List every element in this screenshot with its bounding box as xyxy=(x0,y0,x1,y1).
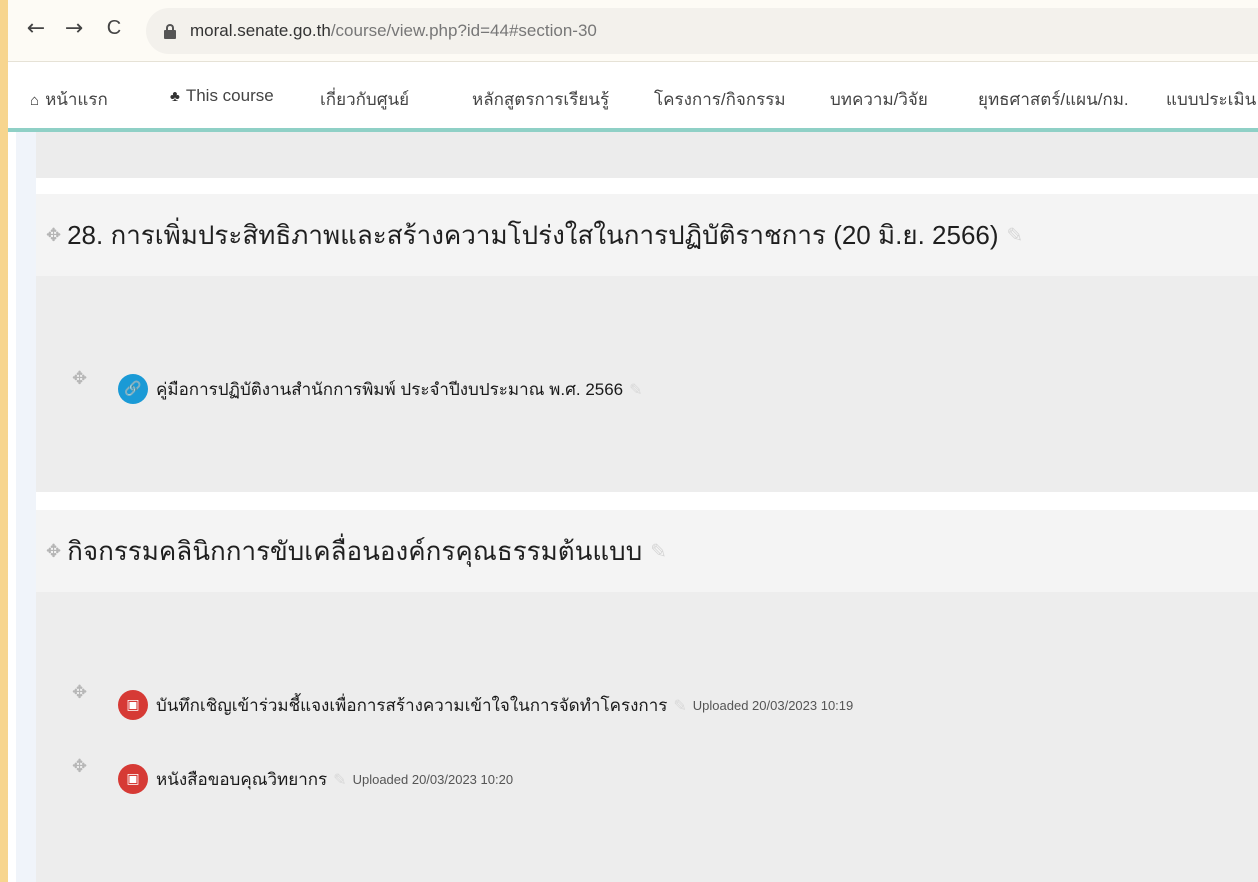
edit-icon[interactable]: ✎ xyxy=(1007,223,1024,247)
lock-icon xyxy=(164,23,176,39)
link-icon: 🔗 xyxy=(118,374,148,404)
nav-item-articles[interactable]: บทความ/วิจัย xyxy=(830,86,928,113)
course-content: ✥ 28. การเพิ่มประสิทธิภาพและสร้างความโปร… xyxy=(36,132,1258,882)
section-header: ✥ กิจกรรมคลินิกการขับเคลื่อนองค์กรคุณธรร… xyxy=(36,510,1258,592)
address-bar[interactable]: moral.senate.go.th/course/view.php?id=44… xyxy=(146,8,1258,54)
left-rail xyxy=(16,132,36,882)
activity-link[interactable]: คู่มือการปฏิบัติงานสำนักการพิมพ์ ประจำปี… xyxy=(156,376,623,403)
move-icon[interactable]: ✥ xyxy=(72,756,87,777)
nav-item-curriculum[interactable]: หลักสูตรการเรียนรู้ xyxy=(472,86,609,113)
upload-date: Uploaded 20/03/2023 10:19 xyxy=(692,697,854,713)
activity-url[interactable]: 🔗 คู่มือการปฏิบัติงานสำนักการพิมพ์ ประจำ… xyxy=(118,374,643,404)
activity-link[interactable]: หนังสือขอบคุณวิทยากร xyxy=(156,766,327,793)
section-title: 28. การเพิ่มประสิทธิภาพและสร้างความโปร่ง… xyxy=(67,219,999,250)
url-text: moral.senate.go.th/course/view.php?id=44… xyxy=(190,21,597,41)
sitemap-icon: ♣ xyxy=(170,88,180,105)
nav-item-label: หน้าแรก xyxy=(45,90,108,109)
section-title: กิจกรรมคลินิกการขับเคลื่อนองค์กรคุณธรรมต… xyxy=(67,535,643,566)
activity-link[interactable]: บันทึกเชิญเข้าร่วมชี้แจงเพื่อการสร้างควา… xyxy=(156,692,667,719)
forward-arrow-icon[interactable]: → xyxy=(60,14,88,42)
move-icon[interactable]: ✥ xyxy=(72,368,87,389)
browser-window: ← → C moral.senate.go.th/course/view.php… xyxy=(8,0,1258,882)
move-icon[interactable]: ✥ xyxy=(46,225,61,246)
edit-icon[interactable]: ✎ xyxy=(629,380,642,399)
section-header: ✥ 28. การเพิ่มประสิทธิภาพและสร้างความโปร… xyxy=(36,194,1258,276)
upload-date: Uploaded 20/03/2023 10:20 xyxy=(352,771,514,787)
nav-item-home[interactable]: ⌂ หน้าแรก xyxy=(30,86,108,113)
site-navbar: ⌂ หน้าแรก ♣ This course เกี่ยวกับศูนย์ หลั… xyxy=(8,62,1258,132)
back-arrow-icon[interactable]: ← xyxy=(22,14,50,42)
move-icon[interactable]: ✥ xyxy=(72,682,87,703)
edit-icon[interactable]: ✎ xyxy=(650,539,667,563)
browser-toolbar: ← → C moral.senate.go.th/course/view.php… xyxy=(8,0,1258,62)
edit-icon[interactable]: ✎ xyxy=(673,696,686,715)
section-body: ✥ 🔗 คู่มือการปฏิบัติงานสำนักการพิมพ์ ประ… xyxy=(36,276,1258,492)
pdf-icon: ▣ xyxy=(118,764,148,794)
nav-item-evaluation[interactable]: แบบประเมิน xyxy=(1166,86,1256,113)
nav-item-projects[interactable]: โครงการ/กิจกรรม xyxy=(654,86,786,113)
home-icon: ⌂ xyxy=(30,92,40,109)
activity-pdf[interactable]: ▣ บันทึกเชิญเข้าร่วมชี้แจงเพื่อการสร้างค… xyxy=(118,690,853,720)
url-host: moral.senate.go.th xyxy=(190,21,331,40)
previous-section-tail xyxy=(36,132,1258,178)
move-icon[interactable]: ✥ xyxy=(46,541,61,562)
section-body: ✥ ▣ บันทึกเชิญเข้าร่วมชี้แจงเพื่อการสร้า… xyxy=(36,592,1258,882)
reload-icon[interactable]: C xyxy=(100,14,128,42)
edit-icon[interactable]: ✎ xyxy=(333,770,346,789)
nav-item-label: This course xyxy=(185,86,274,105)
url-path: /course/view.php?id=44#section-30 xyxy=(330,21,597,40)
pdf-icon: ▣ xyxy=(118,690,148,720)
nav-item-strategy[interactable]: ยุทธศาสตร์/แผน/กม. xyxy=(978,86,1129,113)
nav-item-this-course[interactable]: ♣ This course xyxy=(170,86,274,106)
activity-pdf[interactable]: ▣ หนังสือขอบคุณวิทยากร ✎ Uploaded 20/03/… xyxy=(118,764,513,794)
nav-item-about[interactable]: เกี่ยวกับศูนย์ xyxy=(320,86,409,113)
